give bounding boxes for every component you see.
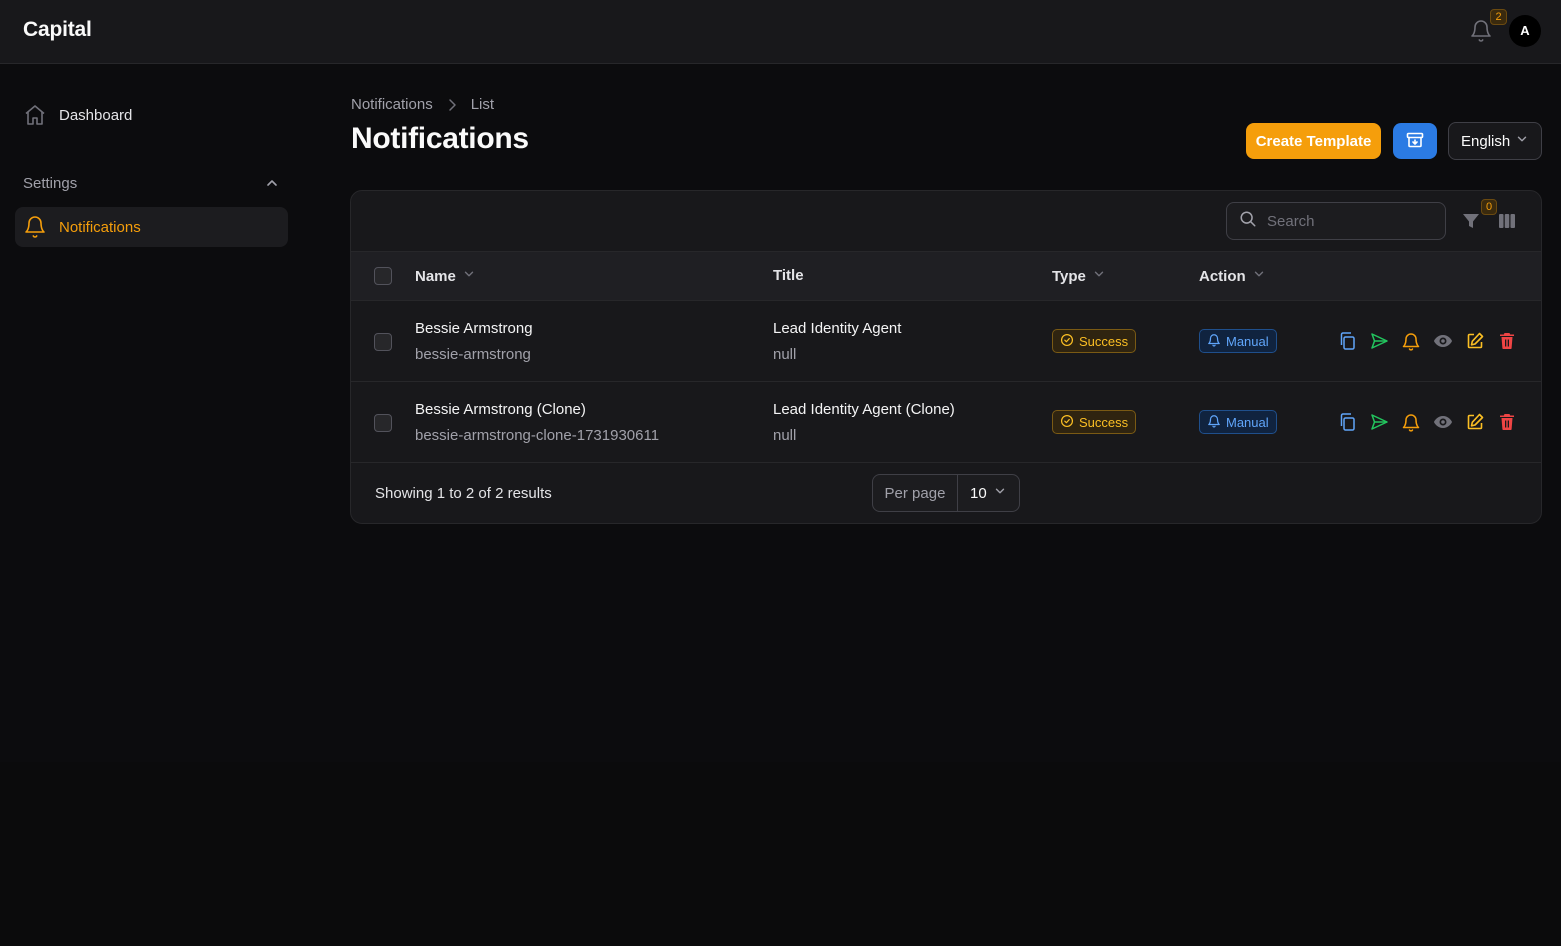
row-title: Lead Identity Agent (Clone)	[773, 401, 955, 418]
row-name: Bessie Armstrong (Clone)	[415, 401, 586, 418]
row-subtitle: null	[773, 346, 797, 363]
search-input[interactable]	[1267, 212, 1427, 230]
column-header-label: Name	[415, 267, 456, 285]
type-badge: Success	[1052, 329, 1137, 353]
sort-chevron-icon	[456, 267, 476, 285]
filter-icon[interactable]	[1461, 211, 1481, 231]
row-checkbox[interactable]	[374, 414, 392, 432]
notifications-table-card: 0 Name Title Type Action Bessie Armstron…	[350, 190, 1542, 524]
send-icon[interactable]	[1369, 331, 1389, 351]
column-header-label: Type	[1052, 267, 1086, 285]
row-slug: bessie-armstrong	[415, 346, 531, 363]
column-header-label: Action	[1199, 267, 1246, 285]
user-avatar[interactable]: A	[1509, 15, 1541, 47]
sidebar-item-dashboard[interactable]: Dashboard	[15, 98, 288, 132]
chevron-down-icon	[1515, 132, 1529, 150]
action-badge: Manual	[1199, 329, 1277, 353]
top-bar: Capital 2 A	[0, 0, 1561, 64]
check-circle-icon	[1060, 333, 1079, 350]
pagination-summary: Showing 1 to 2 of 2 results	[375, 485, 552, 502]
archive-button[interactable]	[1393, 123, 1437, 159]
copy-icon[interactable]	[1337, 331, 1357, 351]
filter-count-badge: 0	[1481, 199, 1497, 215]
copy-icon[interactable]	[1337, 412, 1357, 432]
type-badge: Success	[1052, 410, 1137, 434]
trash-icon[interactable]	[1497, 412, 1517, 432]
type-badge-label: Success	[1079, 333, 1129, 349]
per-page-control: Per page 10	[872, 474, 1020, 512]
search-field[interactable]	[1226, 202, 1446, 240]
per-page-select[interactable]: 10	[958, 475, 1019, 511]
language-value: English	[1461, 132, 1511, 150]
columns-icon[interactable]	[1497, 211, 1517, 231]
bell-icon	[1207, 414, 1226, 431]
chevron-right-icon	[444, 97, 460, 113]
sort-chevron-icon	[1086, 267, 1106, 285]
table-toolbar: 0	[351, 191, 1541, 252]
bell-icon[interactable]	[1401, 412, 1421, 432]
column-header-label: Title	[773, 267, 804, 284]
bell-icon	[1207, 333, 1226, 350]
sidebar-group-label: Settings	[23, 174, 78, 192]
column-header-title: Title	[773, 267, 804, 284]
select-all-checkbox[interactable]	[374, 267, 392, 285]
chevron-up-icon	[264, 175, 280, 191]
row-subtitle: null	[773, 427, 797, 444]
notification-count-badge: 2	[1490, 9, 1507, 25]
create-template-button[interactable]: Create Template	[1246, 123, 1381, 159]
row-checkbox[interactable]	[374, 333, 392, 351]
sidebar-item-notifications[interactable]: Notifications	[15, 207, 288, 247]
action-badge: Manual	[1199, 410, 1277, 434]
edit-icon[interactable]	[1465, 412, 1485, 432]
type-badge-label: Success	[1079, 414, 1129, 430]
trash-icon[interactable]	[1497, 331, 1517, 351]
archive-download-icon	[1405, 130, 1425, 153]
bell-icon[interactable]	[1401, 331, 1421, 351]
column-header-type[interactable]: Type	[1052, 267, 1106, 285]
table-row[interactable]: Bessie Armstrong (Clone) bessie-armstron…	[351, 382, 1541, 463]
sidebar-group-settings[interactable]: Settings	[15, 168, 288, 198]
send-icon[interactable]	[1369, 412, 1389, 432]
per-page-value: 10	[970, 484, 987, 502]
brand-logo[interactable]: Capital	[23, 18, 92, 42]
page-background-band	[0, 762, 1561, 946]
page-title: Notifications	[351, 122, 529, 155]
check-circle-icon	[1060, 414, 1079, 431]
bell-icon	[23, 215, 47, 239]
column-header-action[interactable]: Action	[1199, 267, 1266, 285]
sidebar-item-label: Dashboard	[59, 106, 133, 124]
chevron-down-icon	[993, 484, 1007, 502]
action-badge-label: Manual	[1226, 414, 1269, 430]
language-select[interactable]: English	[1448, 122, 1542, 160]
search-icon	[1239, 210, 1267, 233]
sort-chevron-icon	[1246, 267, 1266, 285]
row-name: Bessie Armstrong	[415, 320, 533, 337]
breadcrumb-current: List	[470, 96, 495, 113]
eye-icon[interactable]	[1433, 412, 1453, 432]
table-row[interactable]: Bessie Armstrong bessie-armstrong Lead I…	[351, 301, 1541, 382]
breadcrumb-parent[interactable]: Notifications	[351, 96, 433, 113]
sidebar-item-label: Notifications	[59, 218, 141, 236]
column-header-name[interactable]: Name	[415, 267, 476, 285]
row-title: Lead Identity Agent	[773, 320, 902, 337]
home-icon	[23, 103, 47, 127]
eye-icon[interactable]	[1433, 331, 1453, 351]
table-header: Name Title Type Action	[351, 252, 1541, 301]
action-badge-label: Manual	[1226, 333, 1269, 349]
breadcrumb: Notifications List	[351, 96, 494, 113]
per-page-label: Per page	[873, 475, 958, 511]
row-slug: bessie-armstrong-clone-1731930611	[415, 427, 660, 444]
edit-icon[interactable]	[1465, 331, 1485, 351]
